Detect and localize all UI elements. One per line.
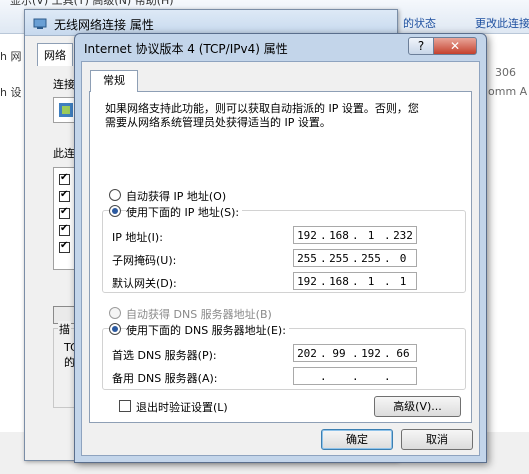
component-checkbox[interactable] <box>59 223 70 236</box>
advanced-button[interactable]: 高级(V)... <box>374 396 461 417</box>
background-left-text: h 设 <box>0 86 22 99</box>
intro-text: 如果网络支持此功能，则可以获取自动指派的 IP 设置。否则，您 需要从网络系统管… <box>105 102 465 130</box>
gateway-octet[interactable]: 192 <box>294 275 320 288</box>
subnet-octet[interactable]: 255 <box>358 252 384 265</box>
gateway-octet[interactable]: 1 <box>358 275 384 288</box>
dns-manual-radio[interactable] <box>109 323 121 335</box>
wireless-properties-title: 无线网络连接 属性 <box>54 18 154 32</box>
tab-network[interactable]: 网络 <box>37 43 73 66</box>
alternate-dns-field[interactable]: . . . <box>293 367 417 385</box>
validate-on-exit-checkbox[interactable] <box>119 400 131 412</box>
ip-address-field[interactable]: 192. 168. 1. 232 <box>293 226 417 244</box>
default-gateway-label: 默认网关(D): <box>112 277 177 290</box>
description-label: 描 <box>58 321 71 337</box>
ip-manual-radio[interactable] <box>109 205 121 217</box>
items-label: 此连 <box>53 147 75 160</box>
subnet-octet[interactable]: 255 <box>294 252 320 265</box>
subnet-mask-label: 子网掩码(U): <box>112 254 177 267</box>
dns-octet[interactable]: 66 <box>390 347 416 360</box>
rename-connection-link[interactable]: 更改此连接 <box>475 15 529 31</box>
component-checkbox[interactable] <box>59 240 70 253</box>
dns-octet[interactable]: 192 <box>358 347 384 360</box>
connect-using-label: 连接 <box>53 78 75 91</box>
subnet-octet[interactable]: 255 <box>326 252 352 265</box>
subnet-octet[interactable]: 0 <box>390 252 416 265</box>
ok-button[interactable]: 确定 <box>321 429 393 450</box>
preferred-dns-label: 首选 DNS 服务器(P): <box>112 349 217 362</box>
help-button[interactable]: ? <box>408 37 434 55</box>
ip-octet[interactable]: 232 <box>390 229 416 242</box>
ip-address-label: IP 地址(I): <box>112 231 163 244</box>
alternate-dns-label: 备用 DNS 服务器(A): <box>112 372 218 385</box>
close-button[interactable]: ✕ <box>433 37 477 55</box>
ip-octet[interactable]: 192 <box>294 229 320 242</box>
dialog-title: Internet 协议版本 4 (TCP/IPv4) 属性 <box>84 42 288 56</box>
dialog-body: 常规 如果网络支持此功能，则可以获取自动指派的 IP 设置。否则，您 需要从网络… <box>81 61 480 456</box>
background-menu-clipped: 显示(V) 工具(T) 高级(N) 帮助(H) <box>10 0 174 7</box>
ip-octet[interactable]: 168 <box>326 229 352 242</box>
gateway-octet[interactable]: 168 <box>326 275 352 288</box>
component-checkbox[interactable] <box>59 189 70 202</box>
validate-on-exit-label[interactable]: 退出时验证设置(L) <box>136 399 228 415</box>
ip-auto-radio[interactable] <box>109 189 121 201</box>
view-status-link[interactable]: 的状态 <box>403 15 436 31</box>
background-right-text: 306 <box>495 66 516 79</box>
component-checkbox[interactable] <box>59 206 70 219</box>
component-checkbox[interactable] <box>59 172 70 185</box>
preferred-dns-field[interactable]: 202. 99. 192. 66 <box>293 344 417 362</box>
default-gateway-field[interactable]: 192. 168. 1. 1 <box>293 272 417 290</box>
wireless-properties-tabs: 网络 <box>37 43 73 66</box>
intro-line: 需要从网络系统管理员处获得适当的 IP 设置。 <box>105 116 331 129</box>
tab-general[interactable]: 常规 <box>90 70 138 92</box>
gateway-octet[interactable]: 1 <box>390 275 416 288</box>
background-left-text: h 网 <box>0 50 22 63</box>
dns-manual-label[interactable]: 使用下面的 DNS 服务器地址(E): <box>126 322 289 338</box>
dns-auto-radio[interactable] <box>109 307 121 319</box>
tcpipv4-properties-dialog: Internet 协议版本 4 (TCP/IPv4) 属性 ? ✕ 常规 如果网… <box>74 33 487 463</box>
ip-octet[interactable]: 1 <box>358 229 384 242</box>
network-adapter-icon <box>33 18 47 29</box>
subnet-mask-field[interactable]: 255. 255. 255. 0 <box>293 249 417 267</box>
intro-line: 如果网络支持此功能，则可以获取自动指派的 IP 设置。否则，您 <box>105 102 419 115</box>
dns-octet[interactable]: 202 <box>294 347 320 360</box>
general-tab-panel: 如果网络支持此功能，则可以获取自动指派的 IP 设置。否则，您 需要从网络系统管… <box>89 91 472 423</box>
ip-manual-label[interactable]: 使用下面的 IP 地址(S): <box>126 204 243 220</box>
cancel-button[interactable]: 取消 <box>401 429 473 450</box>
background-right-text: omm A <box>488 85 528 98</box>
ip-auto-label[interactable]: 自动获得 IP 地址(O) <box>126 188 226 204</box>
dns-auto-label[interactable]: 自动获得 DNS 服务器地址(B) <box>126 306 272 322</box>
dns-octet[interactable]: 99 <box>326 347 352 360</box>
